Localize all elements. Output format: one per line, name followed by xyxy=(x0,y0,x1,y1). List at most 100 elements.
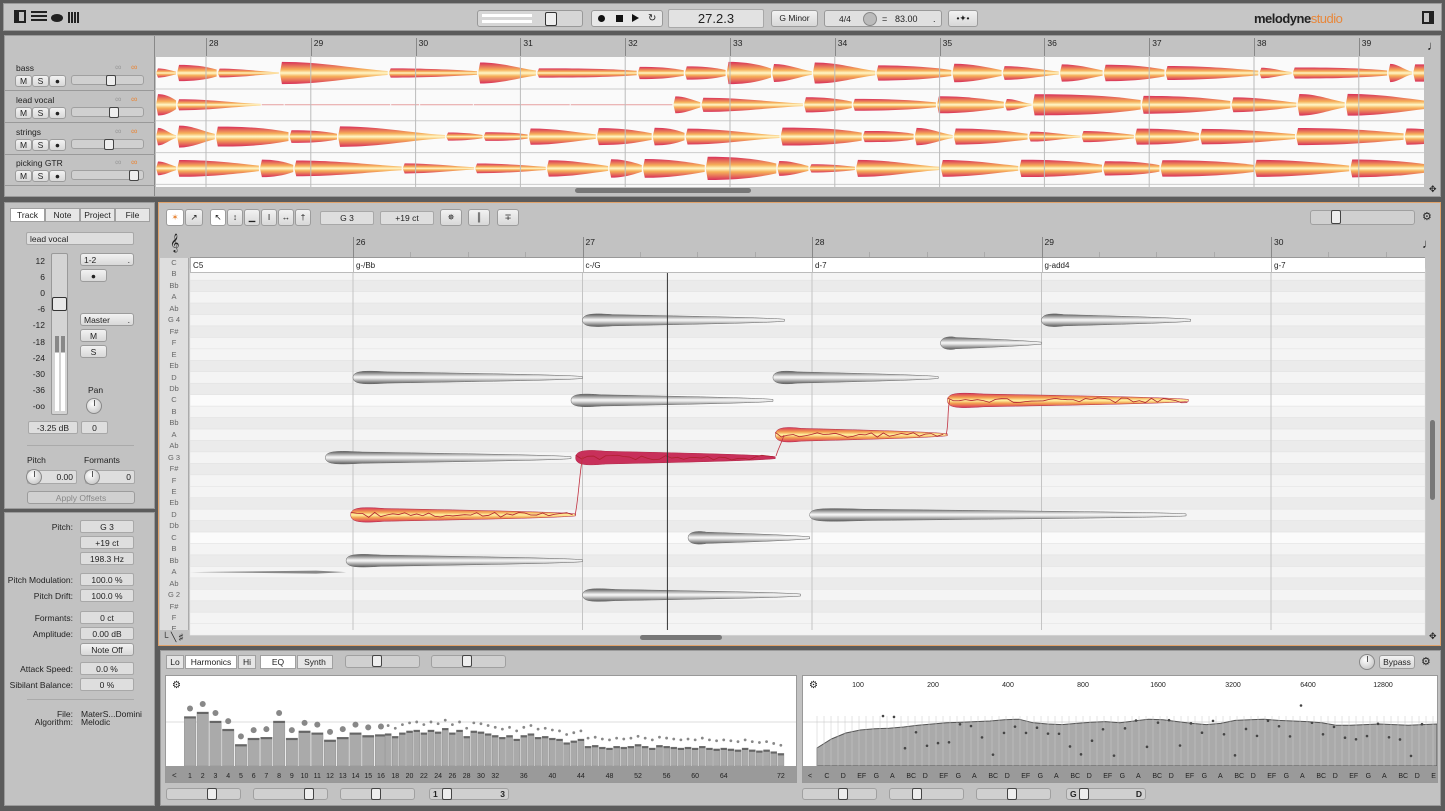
harmonic-bar[interactable] xyxy=(349,732,362,767)
harmonic-bar[interactable] xyxy=(506,735,513,767)
harmonic-bar[interactable] xyxy=(591,745,599,767)
harmonic-bar[interactable] xyxy=(499,737,506,767)
harmonic-bar[interactable] xyxy=(413,729,421,767)
sound-control-slider[interactable] xyxy=(340,788,415,800)
harmonic-bar[interactable] xyxy=(727,748,735,767)
harmonic-bar[interactable] xyxy=(549,737,556,767)
sound-tab-lo[interactable]: Lo xyxy=(166,655,184,669)
harmonic-bar[interactable] xyxy=(677,747,685,767)
sound-control-thumb[interactable] xyxy=(207,788,217,800)
harmonic-bar[interactable] xyxy=(420,732,428,767)
sound-control-slider[interactable] xyxy=(889,788,964,800)
harmonic-bar[interactable] xyxy=(336,737,349,767)
range-thumb[interactable] xyxy=(1079,788,1089,800)
key-label[interactable]: D xyxy=(160,510,188,519)
bypass-button[interactable]: Bypass xyxy=(1379,655,1415,669)
key-label[interactable]: G 4 xyxy=(160,315,188,324)
harmonics-mode-slider[interactable] xyxy=(345,655,420,668)
harmonic-bar[interactable] xyxy=(491,735,499,767)
harmonic-bar[interactable] xyxy=(513,738,520,767)
harmonic-bar[interactable] xyxy=(563,742,570,767)
harmonic-bar[interactable] xyxy=(527,733,535,767)
chord-label[interactable]: g-7 xyxy=(1274,261,1286,270)
harmonic-bar[interactable] xyxy=(706,747,713,767)
harmonic-bar[interactable] xyxy=(734,749,742,767)
sound-tab-hi[interactable]: Hi xyxy=(238,655,256,669)
harmonic-bar[interactable] xyxy=(748,749,756,767)
harmonic-bar[interactable] xyxy=(391,736,399,767)
sound-control-slider[interactable] xyxy=(802,788,877,800)
keyboard-column[interactable]: C B Bb A Ab G 4 F# F E Eb D Db C B Bb A Ab G 3 F# F E Eb D Db C B… xyxy=(160,258,189,630)
key-label[interactable]: F xyxy=(160,476,188,485)
key-label[interactable]: E xyxy=(160,624,188,630)
harmonic-bar[interactable] xyxy=(234,744,247,767)
key-label[interactable]: Bb xyxy=(160,281,188,290)
harmonic-bar[interactable] xyxy=(670,746,678,767)
key-label[interactable]: B xyxy=(160,407,188,416)
harmonic-bar[interactable] xyxy=(627,745,635,767)
harmonic-bar[interactable] xyxy=(196,711,209,767)
harmonic-bar[interactable] xyxy=(720,747,728,767)
harmonic-bar[interactable] xyxy=(260,737,273,767)
key-label[interactable]: Bb xyxy=(160,418,188,427)
harmonics-shape-thumb[interactable] xyxy=(462,655,472,667)
key-label[interactable]: Db xyxy=(160,384,188,393)
sound-control-thumb[interactable] xyxy=(838,788,848,800)
harmonic-bar[interactable] xyxy=(285,737,298,767)
harmonic-bar[interactable] xyxy=(273,720,286,767)
harmonic-bar[interactable] xyxy=(184,716,196,767)
key-label[interactable]: Eb xyxy=(160,498,188,507)
harmonic-bar[interactable] xyxy=(311,732,324,767)
key-label[interactable]: C xyxy=(160,533,188,542)
harmonic-bar[interactable] xyxy=(209,720,222,767)
sound-tab-eq[interactable]: EQ xyxy=(260,655,296,669)
chord-label[interactable]: g-add4 xyxy=(1045,261,1070,270)
sound-control-thumb[interactable] xyxy=(371,788,381,800)
harmonic-bar[interactable] xyxy=(441,728,449,767)
sound-settings-icon[interactable]: ⚙ xyxy=(1421,655,1431,668)
sound-tab-synth[interactable]: Synth xyxy=(297,655,333,669)
chord-label[interactable]: c-/G xyxy=(586,261,601,270)
output-gain-knob[interactable] xyxy=(1359,654,1375,670)
range-thumb[interactable] xyxy=(442,788,452,800)
key-label[interactable]: F# xyxy=(160,327,188,336)
harmonic-bar[interactable] xyxy=(577,738,585,767)
harmonic-bar[interactable] xyxy=(634,744,642,767)
key-label[interactable]: Ab xyxy=(160,441,188,450)
harmonic-bar[interactable] xyxy=(406,730,413,767)
harmonics-graph[interactable]: <1 2 3 4 5 6 7 8 9 10 11 12 13 14 15 16 18 20 22 24 26 28 30 32… xyxy=(165,675,797,783)
key-label[interactable]: Ab xyxy=(160,304,188,313)
harmonic-bar[interactable] xyxy=(770,751,777,767)
key-label[interactable]: C xyxy=(160,258,188,267)
sound-control-slider[interactable] xyxy=(253,788,328,800)
harmonic-bar[interactable] xyxy=(741,747,749,767)
sound-control-thumb[interactable] xyxy=(304,788,314,800)
harmonic-bar[interactable] xyxy=(584,745,592,767)
key-label[interactable]: Eb xyxy=(160,361,188,370)
key-label[interactable]: E xyxy=(160,487,188,496)
harmonic-bar[interactable] xyxy=(399,732,406,767)
key-label[interactable]: F xyxy=(160,338,188,347)
sound-control-slider[interactable] xyxy=(976,788,1051,800)
harmonic-bar[interactable] xyxy=(691,747,699,767)
harmonic-bar[interactable] xyxy=(449,732,456,767)
harmonic-bar[interactable] xyxy=(427,729,435,767)
harmonics-mode-thumb[interactable] xyxy=(372,655,382,667)
harmonic-bar[interactable] xyxy=(247,737,260,767)
harmonic-bar[interactable] xyxy=(362,735,375,767)
sound-control-thumb[interactable] xyxy=(1007,788,1017,800)
sound-control-slider[interactable] xyxy=(166,788,241,800)
harmonic-bar[interactable] xyxy=(477,731,485,767)
eq-curve[interactable] xyxy=(816,718,1437,767)
chord-label[interactable]: d-7 xyxy=(815,261,827,270)
harmonic-bar[interactable] xyxy=(556,738,563,767)
harmonic-bar[interactable] xyxy=(434,731,442,767)
key-label[interactable]: D xyxy=(160,373,188,382)
harmonic-bar[interactable] xyxy=(534,737,542,767)
harmonic-bar[interactable] xyxy=(470,730,478,767)
eq-graph[interactable]: 100 200 400 800 1600 3200 6400 12800 < C D EF G A BC D E… xyxy=(802,675,1438,783)
chord-track[interactable]: C5 g-/Bb c-/G d-7 g-add4 g-7 xyxy=(190,258,1425,273)
editor-zoom-icon[interactable]: ✥ xyxy=(1429,631,1437,642)
chord-label[interactable]: C5 xyxy=(193,261,203,270)
harmonics-settings-icon[interactable]: ⚙ xyxy=(172,680,181,691)
